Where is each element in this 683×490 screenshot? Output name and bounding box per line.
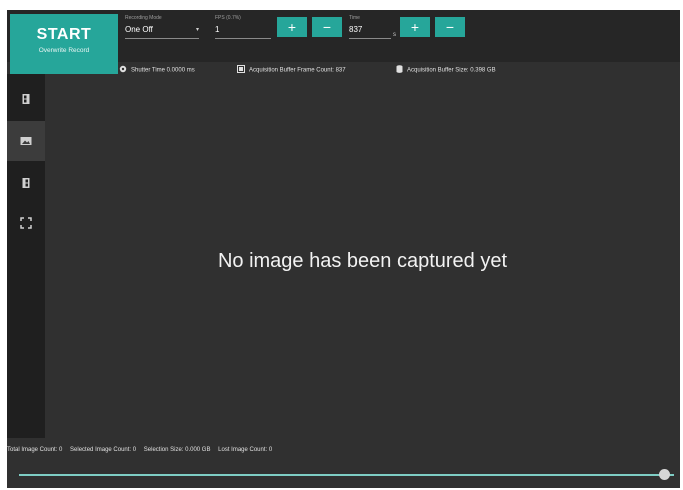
fps-decrement-button[interactable]: − <box>312 17 342 37</box>
frame-count-info: Acquisition Buffer Frame Count: 837 <box>237 65 346 75</box>
recording-mode-label: Recording Mode <box>125 15 162 21</box>
lost-image-count: Lost Image Count: 0 <box>218 447 273 453</box>
app-window: Recording Mode One Off ▾ FPS (0.7%) 1 + … <box>7 10 680 488</box>
dropdown-arrow-icon: ▾ <box>195 27 199 33</box>
shutter-time-text: Shutter Time 0.0000 ms <box>131 67 195 74</box>
frame-buffer-icon <box>237 65 245 75</box>
plus-icon: + <box>287 19 297 35</box>
selected-image-count: Selected Image Count: 0 <box>70 447 137 453</box>
buffer-size-text: Acquisition Buffer Size: 0.398 GB <box>407 67 496 74</box>
plus-icon: + <box>410 19 420 35</box>
fps-increment-button[interactable]: + <box>277 17 307 37</box>
fps-label: FPS (0.7%) <box>215 15 241 21</box>
fps-input[interactable]: FPS (0.7%) 1 <box>215 15 271 45</box>
fullscreen-icon <box>20 217 32 229</box>
shutter-time-info: Shutter Time 0.0000 ms <box>119 65 195 75</box>
sidebar-item-film-strip-2[interactable] <box>7 163 45 203</box>
footer-stats: Total Image Count: 0 Selected Image Coun… <box>7 447 278 453</box>
fps-underline <box>215 38 271 39</box>
sidebar <box>7 74 45 438</box>
film-strip-icon <box>22 94 30 104</box>
fps-value: 1 <box>215 25 220 34</box>
gear-icon <box>119 65 127 75</box>
slider-thumb[interactable] <box>659 469 671 480</box>
start-button-sublabel: Overwrite Record <box>38 47 90 54</box>
sidebar-item-film-strip[interactable] <box>7 79 45 119</box>
time-input[interactable]: Time 837 <box>349 15 391 45</box>
image-icon <box>20 137 32 145</box>
recording-mode-value: One Off <box>125 25 153 34</box>
frame-slider[interactable] <box>19 468 674 482</box>
buffer-size-info: Acquisition Buffer Size: 0.398 GB <box>396 65 496 75</box>
sidebar-item-fullscreen[interactable] <box>7 203 45 243</box>
time-decrement-button[interactable]: − <box>435 17 465 37</box>
time-unit: s <box>393 32 396 38</box>
total-image-count: Total Image Count: 0 <box>7 447 63 453</box>
time-increment-button[interactable]: + <box>400 17 430 37</box>
selection-size: Selection Size: 0.000 GB <box>143 447 211 453</box>
film-strip-icon <box>22 178 30 188</box>
database-icon <box>396 65 403 75</box>
time-label: Time <box>349 15 360 21</box>
slider-track <box>19 474 674 476</box>
recording-mode-select[interactable]: Recording Mode One Off ▾ <box>125 15 199 45</box>
start-button[interactable]: START Overwrite Record <box>10 14 118 74</box>
recording-mode-underline <box>125 38 199 39</box>
time-underline <box>349 38 391 39</box>
empty-state-message: No image has been captured yet <box>217 250 508 272</box>
frame-count-text: Acquisition Buffer Frame Count: 837 <box>249 67 346 74</box>
time-value: 837 <box>349 25 363 34</box>
minus-icon: − <box>445 19 455 35</box>
start-button-label: START <box>36 26 92 43</box>
minus-icon: − <box>322 19 332 35</box>
sidebar-item-image[interactable] <box>7 121 45 161</box>
